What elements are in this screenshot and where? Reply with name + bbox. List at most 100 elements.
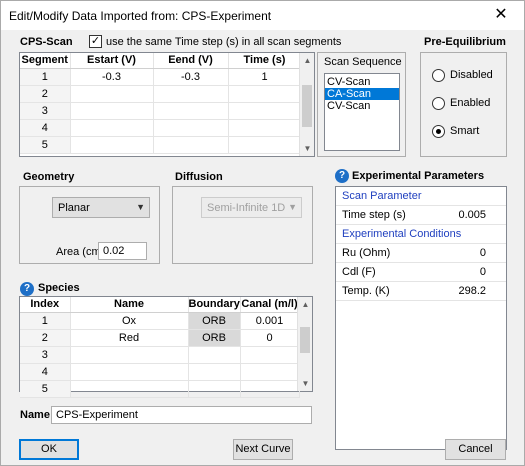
- time-cell[interactable]: [228, 85, 302, 103]
- radio-disabled[interactable]: [432, 69, 445, 82]
- table-row[interactable]: 4: [20, 363, 300, 381]
- radio-smart[interactable]: [432, 125, 445, 138]
- window-title: Edit/Modify Data Imported from: CPS-Expe…: [9, 9, 272, 23]
- scroll-thumb[interactable]: [300, 327, 310, 353]
- col-header-estart: Estart (V): [70, 53, 154, 69]
- param-row[interactable]: Cdl (F) 0: [336, 263, 506, 282]
- table-row[interactable]: 3: [20, 102, 302, 120]
- list-item-selected[interactable]: CA-Scan: [325, 88, 399, 100]
- param-label: Temp. (K): [342, 285, 390, 297]
- dialog-body: CPS-Scan ✓ use the same Time step (s) in…: [0, 30, 525, 466]
- geometry-label: Geometry: [23, 171, 75, 183]
- cps-scan-scrollbar[interactable]: ▲ ▼: [299, 53, 314, 156]
- time-cell[interactable]: 1: [228, 68, 302, 86]
- geometry-selected-value: Planar: [58, 202, 90, 214]
- boundary-cell[interactable]: [188, 363, 241, 381]
- cps-scan-label: CPS-Scan: [20, 36, 73, 48]
- list-item[interactable]: CV-Scan: [325, 100, 399, 112]
- scroll-up-arrow-icon[interactable]: ▲: [300, 53, 315, 68]
- list-item[interactable]: CV-Scan: [325, 76, 399, 88]
- estart-cell[interactable]: [70, 119, 154, 137]
- canal-cell[interactable]: [240, 346, 300, 364]
- radio-enabled[interactable]: [432, 97, 445, 110]
- ok-button[interactable]: OK: [19, 439, 79, 460]
- radio-smart-label: Smart: [450, 125, 480, 137]
- same-time-step-checkbox[interactable]: ✓: [89, 35, 102, 48]
- radio-disabled-label: Disabled: [450, 69, 493, 81]
- estart-cell[interactable]: [70, 85, 154, 103]
- help-icon[interactable]: ?: [335, 169, 349, 183]
- chevron-down-icon: ▼: [288, 202, 297, 212]
- scan-sequence-label: Scan Sequence: [324, 56, 402, 68]
- index-cell: 4: [20, 363, 71, 381]
- param-value[interactable]: 0: [480, 244, 486, 263]
- scan-sequence-list[interactable]: CV-Scan CA-Scan CV-Scan: [324, 73, 400, 151]
- index-cell: 1: [20, 312, 71, 330]
- table-row[interactable]: 5: [20, 136, 302, 154]
- table-row[interactable]: 2: [20, 85, 302, 103]
- eend-cell[interactable]: [153, 136, 229, 154]
- param-value[interactable]: 0: [480, 263, 486, 282]
- diffusion-selected-value: Semi-Infinite 1D: [207, 202, 286, 214]
- species-scrollbar[interactable]: ▲ ▼: [297, 297, 312, 391]
- area-input[interactable]: 0.02: [98, 242, 147, 260]
- geometry-select[interactable]: Planar ▼: [52, 197, 150, 218]
- table-row[interactable]: 4: [20, 119, 302, 137]
- name-cell[interactable]: Red: [70, 329, 189, 347]
- cps-scan-grid[interactable]: Segment Estart (V) Eend (V) Time (s) 1 -…: [19, 52, 315, 157]
- eend-cell[interactable]: [153, 119, 229, 137]
- scroll-thumb[interactable]: [302, 85, 312, 127]
- experimental-parameters-grid[interactable]: Scan Parameter Time step (s) 0.005 Exper…: [335, 186, 507, 450]
- canal-cell[interactable]: 0: [240, 329, 300, 347]
- table-row[interactable]: 1 -0.3 -0.3 1: [20, 68, 302, 86]
- species-grid[interactable]: Index Name Boundary Canal (m/l) 1 Ox ORB…: [19, 296, 313, 398]
- boundary-cell[interactable]: [188, 380, 241, 398]
- col-header-name: Name: [70, 297, 189, 313]
- param-value[interactable]: 298.2: [458, 282, 486, 301]
- close-icon[interactable]: ✕: [478, 1, 524, 30]
- param-section-row: Scan Parameter: [336, 187, 506, 206]
- param-label: Experimental Conditions: [342, 228, 462, 240]
- help-icon[interactable]: ?: [20, 282, 34, 296]
- time-cell[interactable]: [228, 136, 302, 154]
- param-section-row: Experimental Conditions: [336, 225, 506, 244]
- name-cell[interactable]: [70, 363, 189, 381]
- cancel-button[interactable]: Cancel: [445, 439, 506, 460]
- estart-cell[interactable]: [70, 136, 154, 154]
- table-row[interactable]: 2 Red ORB 0: [20, 329, 300, 347]
- table-row[interactable]: 3: [20, 346, 300, 364]
- table-row[interactable]: 5: [20, 380, 300, 398]
- param-value[interactable]: 0.005: [458, 206, 486, 225]
- canal-cell[interactable]: 0.001: [240, 312, 300, 330]
- name-cell[interactable]: [70, 380, 189, 398]
- chevron-down-icon: ▼: [136, 202, 145, 212]
- scroll-down-arrow-icon[interactable]: ▼: [298, 376, 313, 391]
- boundary-cell[interactable]: [188, 346, 241, 364]
- estart-cell[interactable]: [70, 102, 154, 120]
- name-cell[interactable]: [70, 346, 189, 364]
- boundary-cell[interactable]: ORB: [188, 312, 241, 330]
- scroll-down-arrow-icon[interactable]: ▼: [300, 141, 315, 156]
- diffusion-select[interactable]: Semi-Infinite 1D ▼: [201, 197, 302, 218]
- radio-enabled-label: Enabled: [450, 97, 491, 109]
- time-cell[interactable]: [228, 102, 302, 120]
- param-label: Scan Parameter: [342, 190, 422, 202]
- param-row[interactable]: Ru (Ohm) 0: [336, 244, 506, 263]
- eend-cell[interactable]: [153, 102, 229, 120]
- table-row[interactable]: 1 Ox ORB 0.001: [20, 312, 300, 330]
- next-curve-button[interactable]: Next Curve: [233, 439, 293, 460]
- param-row[interactable]: Temp. (K) 298.2: [336, 282, 506, 301]
- canal-cell[interactable]: [240, 363, 300, 381]
- param-row[interactable]: Time step (s) 0.005: [336, 206, 506, 225]
- index-cell: 2: [20, 329, 71, 347]
- name-cell[interactable]: Ox: [70, 312, 189, 330]
- boundary-cell[interactable]: ORB: [188, 329, 241, 347]
- estart-cell[interactable]: -0.3: [70, 68, 154, 86]
- eend-cell[interactable]: -0.3: [153, 68, 229, 86]
- scroll-up-arrow-icon[interactable]: ▲: [298, 297, 313, 312]
- time-cell[interactable]: [228, 119, 302, 137]
- canal-cell[interactable]: [240, 380, 300, 398]
- segment-cell: 4: [20, 119, 71, 137]
- name-input[interactable]: CPS-Experiment: [51, 406, 312, 424]
- eend-cell[interactable]: [153, 85, 229, 103]
